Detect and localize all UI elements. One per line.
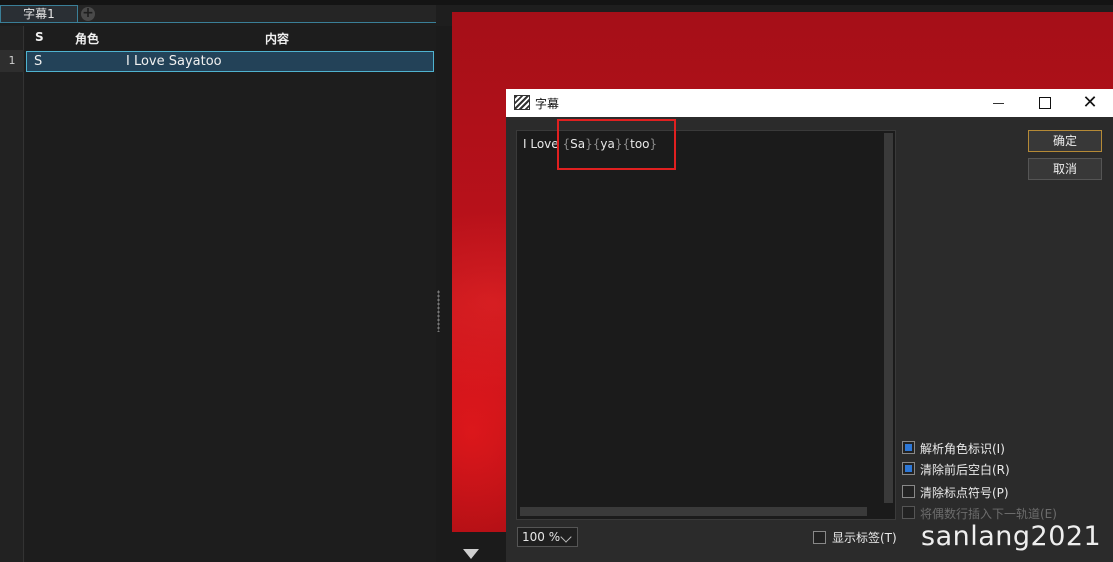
table-row[interactable]: S I Love Sayatoo [26, 51, 434, 72]
subtitle-grid: S 角色 内容 S I Love Sayatoo [25, 26, 436, 562]
row-number[interactable]: 1 [0, 50, 24, 72]
option-label: 将偶数行插入下一轨道(E) [920, 507, 1057, 521]
checkbox[interactable] [902, 462, 915, 475]
option-label: 清除标点符号(P) [920, 486, 1009, 500]
tab-bar: 字幕1 + [0, 5, 436, 23]
cell-s[interactable]: S [34, 54, 42, 69]
chevron-down-icon [560, 531, 572, 543]
column-header-content[interactable]: 内容 [265, 30, 289, 47]
cancel-button[interactable]: 取消 [1028, 158, 1102, 180]
show-tags-label: 显示标签(T) [832, 531, 897, 545]
cell-content[interactable]: I Love Sayatoo [126, 54, 222, 69]
column-header-s[interactable]: S [35, 30, 44, 44]
dialog-title: 字幕 [535, 97, 560, 111]
clapperboard-icon [514, 95, 530, 110]
vertical-scrollbar[interactable] [884, 133, 893, 503]
option-label: 清除前后空白(R) [920, 463, 1010, 477]
column-header-role[interactable]: 角色 [75, 30, 99, 47]
zoom-select[interactable]: 100 % [517, 527, 578, 547]
tab-subtitle-1[interactable]: 字幕1 [0, 5, 78, 23]
subtitle-text-editor[interactable]: I Love {Sa}{ya}{too} [516, 130, 896, 520]
maximize-button[interactable] [1021, 89, 1067, 117]
annotation-highlight-box [557, 119, 676, 170]
checkbox[interactable] [813, 531, 826, 544]
checkbox[interactable] [902, 485, 915, 498]
checkbox[interactable] [902, 441, 915, 454]
ok-button[interactable]: 确定 [1028, 130, 1102, 152]
zoom-value: 100 % [522, 530, 561, 544]
playhead-marker[interactable] [463, 549, 479, 559]
close-button[interactable]: ✕ [1067, 89, 1113, 117]
splitter-grip[interactable] [437, 290, 440, 332]
horizontal-scrollbar[interactable] [520, 507, 867, 516]
tab-underline [0, 22, 436, 23]
plus-circle-icon[interactable]: + [81, 6, 95, 21]
row-number-column: 1 [0, 26, 24, 562]
dialog-titlebar[interactable]: 字幕 ✕ [506, 89, 1113, 117]
checkbox [902, 506, 915, 519]
minimize-button[interactable] [975, 89, 1021, 117]
option-label: 解析角色标识(I) [920, 442, 1005, 456]
watermark: sanlang2021 [921, 521, 1102, 552]
grid-header: S 角色 内容 [25, 26, 436, 50]
